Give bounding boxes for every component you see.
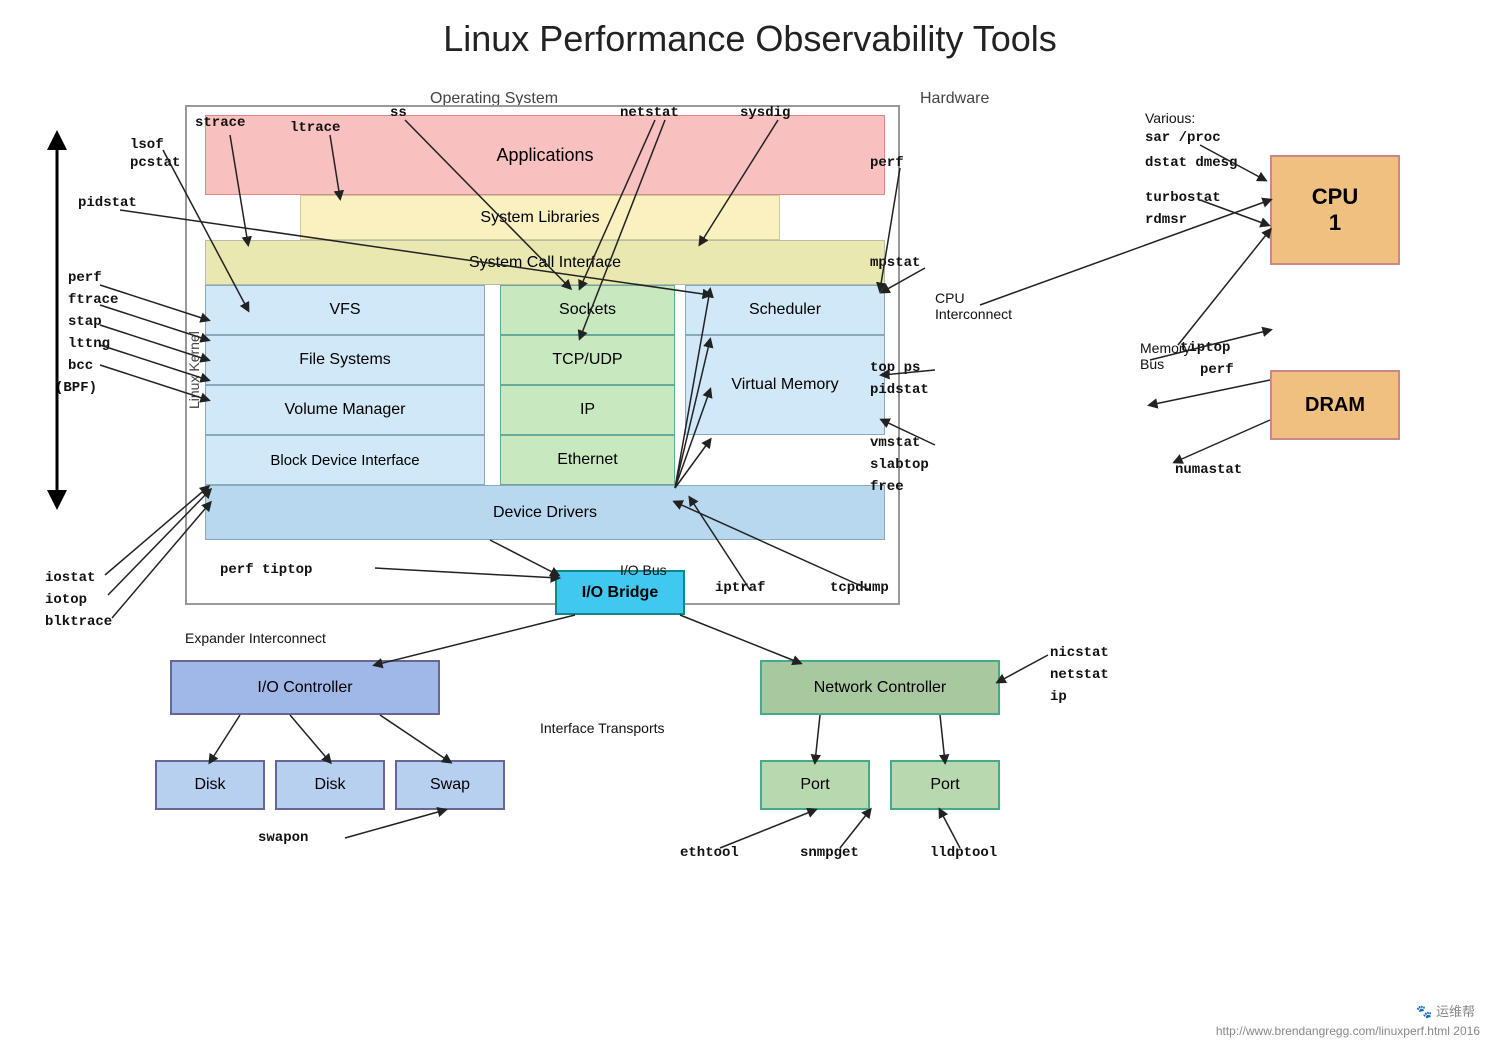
kernel-label: Linux Kernel: [186, 260, 202, 480]
tool-mpstat: mpstat: [870, 255, 920, 271]
tool-perf-right: perf: [1200, 362, 1234, 378]
tool-perf-kernel: perf: [68, 270, 102, 286]
tool-pcstat: pcstat: [130, 155, 180, 171]
layer-volume-manager: Volume Manager: [205, 385, 485, 435]
tool-ip-right: ip: [1050, 689, 1067, 705]
tool-iostat: iostat: [45, 570, 95, 586]
disk1-box: Disk: [155, 760, 265, 810]
page-title: Linux Performance Observability Tools: [0, 0, 1500, 70]
tool-sysdig: sysdig: [740, 105, 790, 121]
tool-numastat: numastat: [1175, 462, 1242, 478]
expander-label: Expander Interconnect: [185, 630, 326, 646]
tool-netstat-right: netstat: [1050, 667, 1109, 683]
io-controller-box: I/O Controller: [170, 660, 440, 715]
layer-ethernet: Ethernet: [500, 435, 675, 485]
tool-lttng: lttng: [68, 336, 110, 352]
layer-tcp-udp: TCP/UDP: [500, 335, 675, 385]
cpu-interconnect-label: CPUInterconnect: [935, 290, 1012, 322]
tool-swapon: swapon: [258, 830, 308, 846]
layer-block-device: Block Device Interface: [205, 435, 485, 485]
tool-ftrace: ftrace: [68, 292, 118, 308]
tool-tiptop-right: tiptop: [1180, 340, 1230, 356]
tool-lsof: lsof: [130, 137, 164, 153]
net-controller-box: Network Controller: [760, 660, 1000, 715]
brand: 🐾 运维帮: [1416, 1001, 1475, 1020]
layer-virtual-memory: Virtual Memory: [685, 335, 885, 435]
tool-pidstat-mid: pidstat: [870, 382, 929, 398]
layer-vfs: VFS: [205, 285, 485, 335]
layer-system-libraries: System Libraries: [300, 195, 780, 240]
tool-nicstat: nicstat: [1050, 645, 1109, 661]
tool-free: free: [870, 479, 904, 495]
tool-top-ps: top ps: [870, 360, 920, 376]
tool-vmstat: vmstat: [870, 435, 920, 451]
layer-device-drivers: Device Drivers: [205, 485, 885, 540]
layer-scheduler: Scheduler: [685, 285, 885, 335]
layer-filesystems: File Systems: [205, 335, 485, 385]
tool-perf-top: perf: [870, 155, 904, 171]
layer-ip: IP: [500, 385, 675, 435]
tool-ltrace: ltrace: [290, 120, 340, 136]
various-label: Various:: [1145, 110, 1195, 126]
tool-slabtop: slabtop: [870, 457, 929, 473]
main-container: Linux Performance Observability Tools Op…: [0, 0, 1500, 1050]
tool-netstat: netstat: [620, 105, 679, 121]
big-arrow-left: [42, 130, 72, 510]
layer-syscall: System Call Interface: [205, 240, 885, 285]
tool-blktrace: blktrace: [45, 614, 112, 630]
tool-tcpdump: tcpdump: [830, 580, 889, 596]
tool-strace: strace: [195, 115, 245, 131]
port2-box: Port: [890, 760, 1000, 810]
swap-box: Swap: [395, 760, 505, 810]
tool-rdmsr: rdmsr: [1145, 212, 1187, 228]
tool-snmpget: snmpget: [800, 845, 859, 861]
tool-turbostat: turbostat: [1145, 190, 1221, 206]
dram-box: DRAM: [1270, 370, 1400, 440]
layer-sockets: Sockets: [500, 285, 675, 335]
tool-sar-proc: sar /proc: [1145, 130, 1221, 146]
io-bus-label: I/O Bus: [620, 562, 667, 578]
tool-dstat-dmesg: dstat dmesg: [1145, 155, 1237, 171]
tool-perf-tiptop: perf tiptop: [220, 562, 312, 578]
tool-ethtool: ethtool: [680, 845, 739, 861]
tool-stap: stap: [68, 314, 102, 330]
watermark: http://www.brendangregg.com/linuxperf.ht…: [1216, 1024, 1480, 1038]
tool-lldptool: lldptool: [930, 845, 997, 861]
disk2-box: Disk: [275, 760, 385, 810]
hardware-label: Hardware: [920, 90, 989, 108]
tool-ss: ss: [390, 105, 407, 121]
interface-transports-label: Interface Transports: [540, 720, 665, 736]
cpu-box: CPU1: [1270, 155, 1400, 265]
tool-iptraf: iptraf: [715, 580, 765, 596]
tool-iotop: iotop: [45, 592, 87, 608]
tool-pidstat-top: pidstat: [78, 195, 137, 211]
port1-box: Port: [760, 760, 870, 810]
